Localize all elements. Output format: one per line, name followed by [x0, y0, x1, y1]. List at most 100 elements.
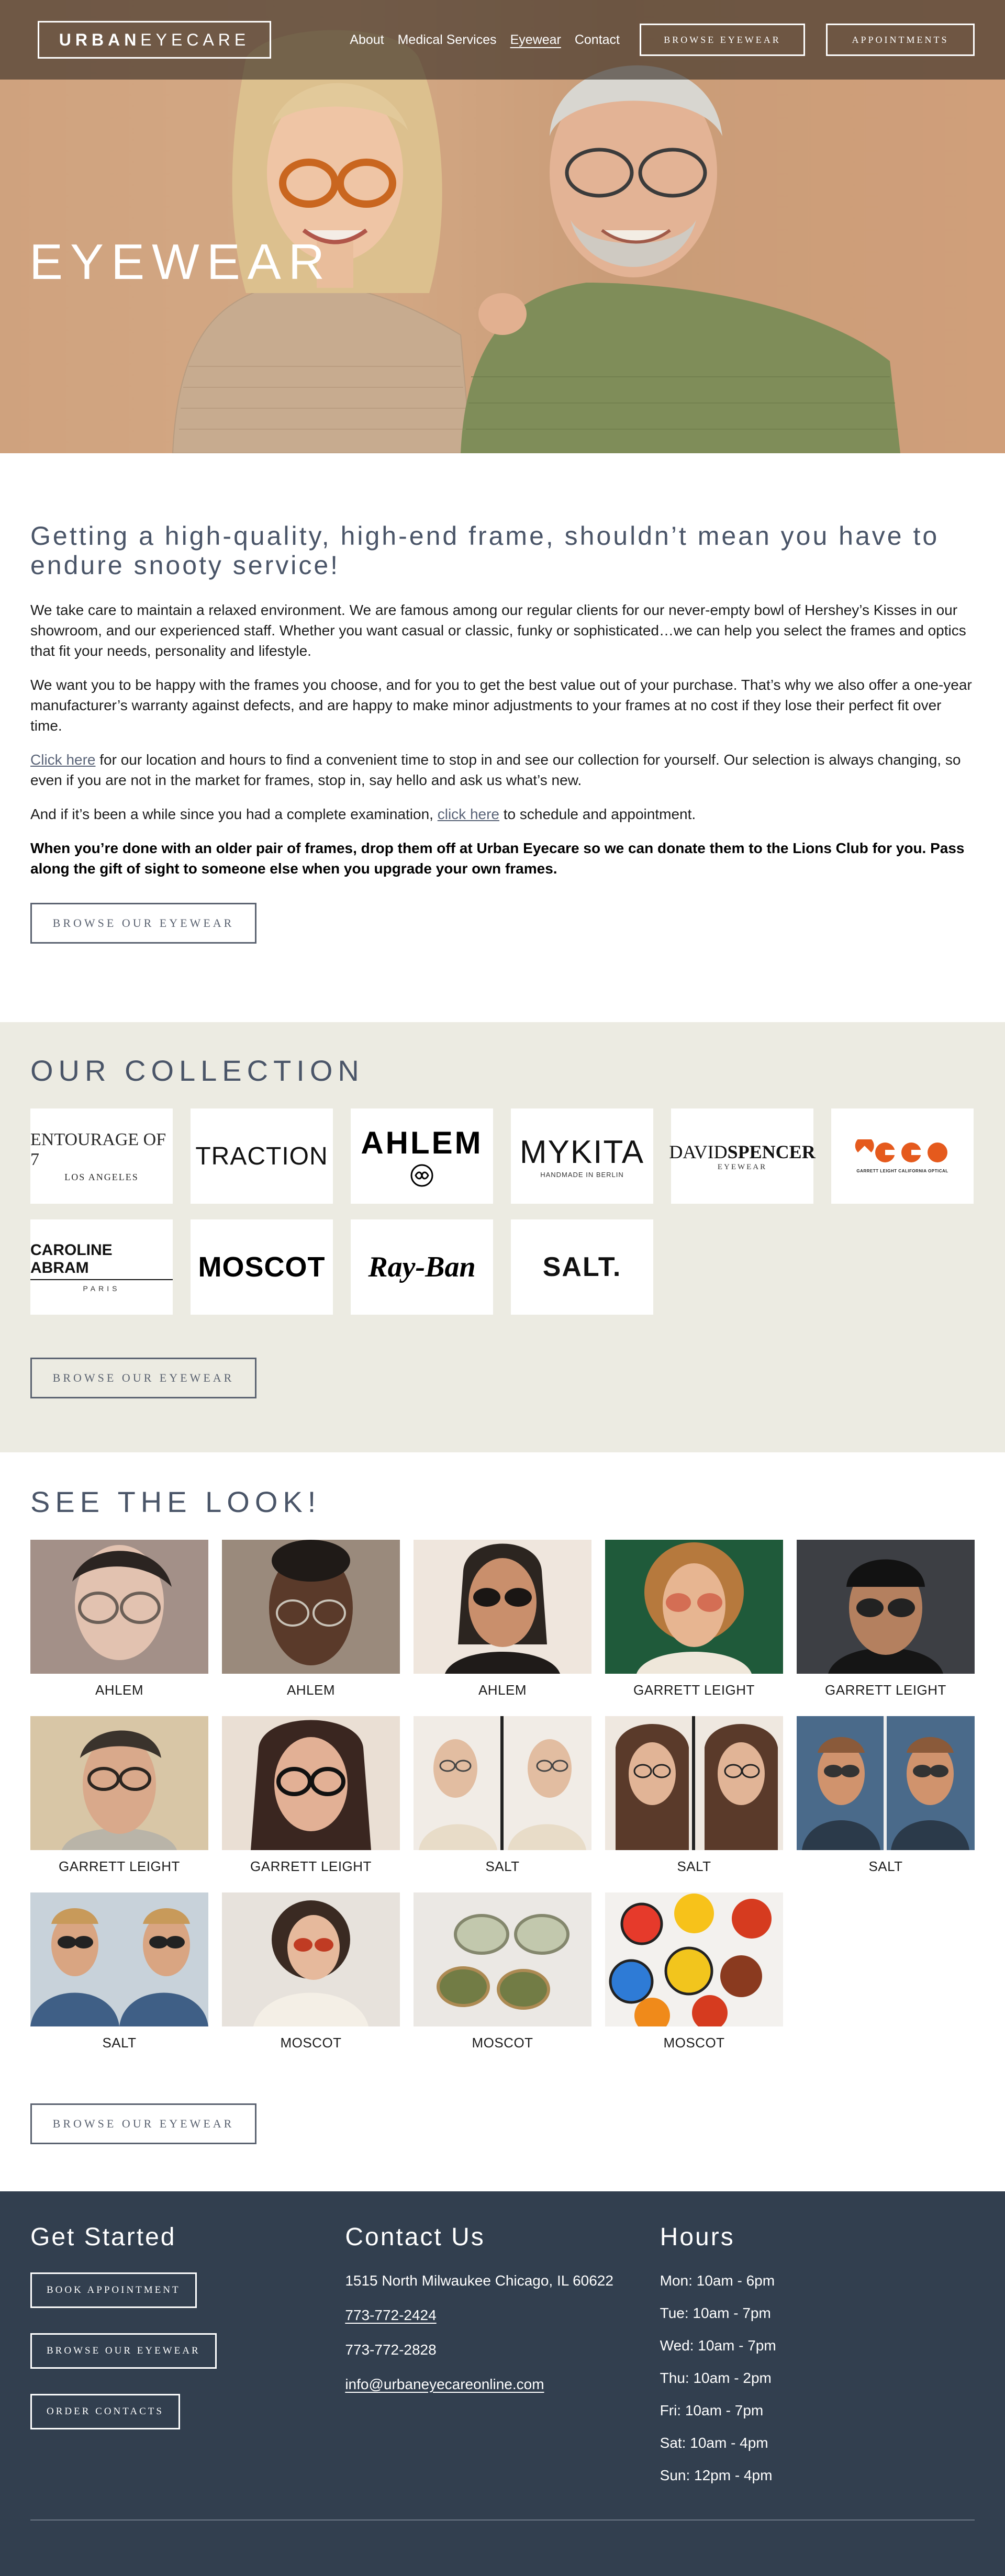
donation-note: When you’re done with an older pair of f… — [30, 840, 965, 877]
person-photo-icon — [30, 1540, 208, 1674]
look-photo — [414, 1892, 591, 2026]
brand-entourage-of-7[interactable]: ENTOURAGE OF 7 LOS ANGELES — [30, 1108, 173, 1204]
look-photo — [797, 1716, 975, 1850]
look-label: MOSCOT — [280, 2035, 342, 2051]
look-card[interactable]: GARRETT LEIGHT — [605, 1540, 783, 1698]
brand-david-spencer-name: DAVIDSPENCER — [669, 1141, 815, 1163]
intro-paragraph-3: Click here for our location and hours to… — [30, 749, 973, 790]
brand-david-spencer[interactable]: DAVIDSPENCER EYEWEAR — [669, 1108, 816, 1204]
nav-link-medical-services[interactable]: Medical Services — [398, 32, 497, 48]
person-photo-icon — [222, 1540, 400, 1674]
brand-salt[interactable]: SALT. — [511, 1219, 653, 1315]
intro-paragraph-4-end: to schedule and appointment. — [499, 806, 696, 822]
look-label: MOSCOT — [663, 2035, 725, 2051]
nav-link-contact[interactable]: Contact — [575, 32, 620, 48]
book-appointment-button[interactable]: BOOK APPOINTMENT — [30, 2272, 197, 2308]
garrett-leight-logo — [855, 1139, 947, 1162]
collection-section: OUR COLLECTION ENTOURAGE OF 7 LOS ANGELE… — [0, 1022, 1005, 1452]
nav-link-eyewear[interactable]: Eyewear — [510, 32, 561, 48]
look-photo — [797, 1540, 975, 1674]
appointments-button[interactable]: APPOINTMENTS — [826, 24, 975, 56]
look-grid: AHLEM AHLEM AHLEM GARRETT LEIGHT GARRETT… — [30, 1540, 975, 2051]
brand-moscot[interactable]: MOSCOT — [191, 1219, 333, 1315]
look-label: SALT — [102, 2035, 137, 2051]
look-card[interactable]: GARRETT LEIGHT — [30, 1716, 208, 1875]
person-photo-icon — [797, 1540, 975, 1674]
intro-heading: Getting a high-quality, high-end frame, … — [30, 521, 940, 580]
look-label: MOSCOT — [472, 2035, 533, 2051]
get-started-column: Get Started BOOK APPOINTMENT BROWSE OUR … — [30, 2223, 345, 2500]
brand-ahlem-name: AHLEM — [361, 1125, 483, 1160]
hours-line: Fri: 10am - 7pm — [660, 2402, 764, 2418]
look-card[interactable]: AHLEM — [222, 1540, 400, 1698]
location-hours-link[interactable]: Click here — [30, 752, 95, 768]
schedule-appointment-link[interactable]: click here — [438, 806, 499, 822]
footer-browse-eyewear-button[interactable]: BROWSE OUR EYEWEAR — [30, 2333, 217, 2369]
browse-our-eyewear-button[interactable]: BROWSE OUR EYEWEAR — [30, 903, 256, 944]
brand-traction[interactable]: TRACTION — [191, 1108, 333, 1204]
nav-link-about[interactable]: About — [350, 32, 384, 48]
hero-section: URBAN EYECARE About Medical Services Eyew… — [0, 0, 1005, 453]
intro-paragraph-2: We want you to be happy with the frames … — [30, 677, 972, 734]
look-card[interactable]: GARRETT LEIGHT — [797, 1540, 975, 1698]
hours-line: Tue: 10am - 7pm — [660, 2305, 771, 2321]
look-label: GARRETT LEIGHT — [633, 1682, 755, 1698]
glasses-product-photo — [414, 1892, 591, 2026]
collection-browse-button[interactable]: BROWSE OUR EYEWEAR — [30, 1358, 256, 1398]
intro-paragraph-4: And if it’s been a while since you had a… — [30, 804, 973, 824]
looks-browse-button[interactable]: BROWSE OUR EYEWEAR — [30, 2103, 256, 2144]
urban-eyecare-logo[interactable]: URBAN EYECARE — [38, 21, 271, 59]
look-card[interactable]: MOSCOT — [414, 1892, 591, 2051]
brand-moscot-name: MOSCOT — [198, 1251, 326, 1283]
person-photo-icon — [30, 1892, 208, 2026]
look-label: GARRETT LEIGHT — [250, 1858, 372, 1874]
brand-garrett-leight-sub: GARRETT LEIGHT CALIFORNIA OPTICAL — [856, 1168, 948, 1173]
intro-section: Getting a high-quality, high-end frame, … — [0, 453, 1005, 1022]
brand-david-text: DAVID — [669, 1141, 728, 1162]
look-card[interactable]: AHLEM — [414, 1540, 591, 1698]
look-card[interactable]: MOSCOT — [222, 1892, 400, 2051]
look-card[interactable]: MOSCOT — [605, 1892, 783, 2051]
footer: Get Started BOOK APPOINTMENT BROWSE OUR … — [0, 2191, 1005, 2576]
browse-eyewear-button[interactable]: BROWSE EYEWEAR — [640, 24, 805, 56]
brand-grid: ENTOURAGE OF 7 LOS ANGELES TRACTION AHLE… — [30, 1108, 975, 1315]
brand-entourage-name: ENTOURAGE OF 7 — [30, 1129, 166, 1169]
brand-caroline-abram-name: CAROLINE ABRAM — [30, 1241, 173, 1280]
brand-caroline-abram-sub: PARIS — [83, 1284, 120, 1293]
look-card[interactable]: SALT — [797, 1716, 975, 1875]
order-contacts-button[interactable]: ORDER CONTACTS — [30, 2394, 180, 2429]
look-card[interactable]: AHLEM — [30, 1540, 208, 1698]
top-navigation: URBAN EYECARE About Medical Services Eyew… — [0, 0, 1005, 80]
email-link[interactable]: info@urbaneyecareonline.com — [345, 2376, 660, 2393]
brand-entourage-sub: LOS ANGELES — [64, 1171, 139, 1182]
brand-ahlem[interactable]: AHLEM — [351, 1108, 493, 1204]
person-photo-icon — [30, 1716, 208, 1850]
look-card[interactable]: SALT — [414, 1716, 591, 1875]
contact-title: Contact Us — [345, 2223, 485, 2251]
page-title: EYEWEAR — [29, 234, 332, 290]
brand-ray-ban[interactable]: Ray-Ban — [351, 1219, 493, 1315]
logo-bold-text: URBAN — [59, 30, 141, 49]
brand-ray-ban-name: Ray-Ban — [368, 1251, 476, 1283]
brand-mykita[interactable]: MYKITA HANDMADE IN BERLIN — [511, 1108, 653, 1204]
look-card[interactable]: SALT — [30, 1892, 208, 2051]
look-photo — [30, 1540, 208, 1674]
person-photo-icon — [414, 1716, 591, 1850]
glasses-product-photo — [605, 1892, 783, 2026]
look-photo — [414, 1716, 591, 1850]
person-photo-icon — [605, 1716, 783, 1850]
look-card[interactable]: GARRETT LEIGHT — [222, 1716, 400, 1875]
look-photo — [222, 1716, 400, 1850]
look-photo — [30, 1716, 208, 1850]
brand-garrett-leight[interactable]: GARRETT LEIGHT CALIFORNIA OPTICAL — [831, 1108, 974, 1204]
get-started-buttons: BOOK APPOINTMENT BROWSE OUR EYEWEAR ORDE… — [30, 2272, 345, 2455]
hours-line: Wed: 10am - 7pm — [660, 2337, 776, 2354]
hours-line: Sat: 10am - 4pm — [660, 2435, 768, 2451]
logo-light-text: EYECARE — [140, 30, 250, 49]
brand-caroline-abram[interactable]: CAROLINE ABRAM PARIS — [30, 1219, 173, 1315]
phone-link[interactable]: 773-772-2424 — [345, 2307, 660, 2324]
brand-salt-name: SALT. — [542, 1252, 622, 1282]
get-started-title: Get Started — [30, 2223, 176, 2251]
brand-spencer-text: SPENCER — [727, 1141, 816, 1162]
look-card[interactable]: SALT — [605, 1716, 783, 1875]
